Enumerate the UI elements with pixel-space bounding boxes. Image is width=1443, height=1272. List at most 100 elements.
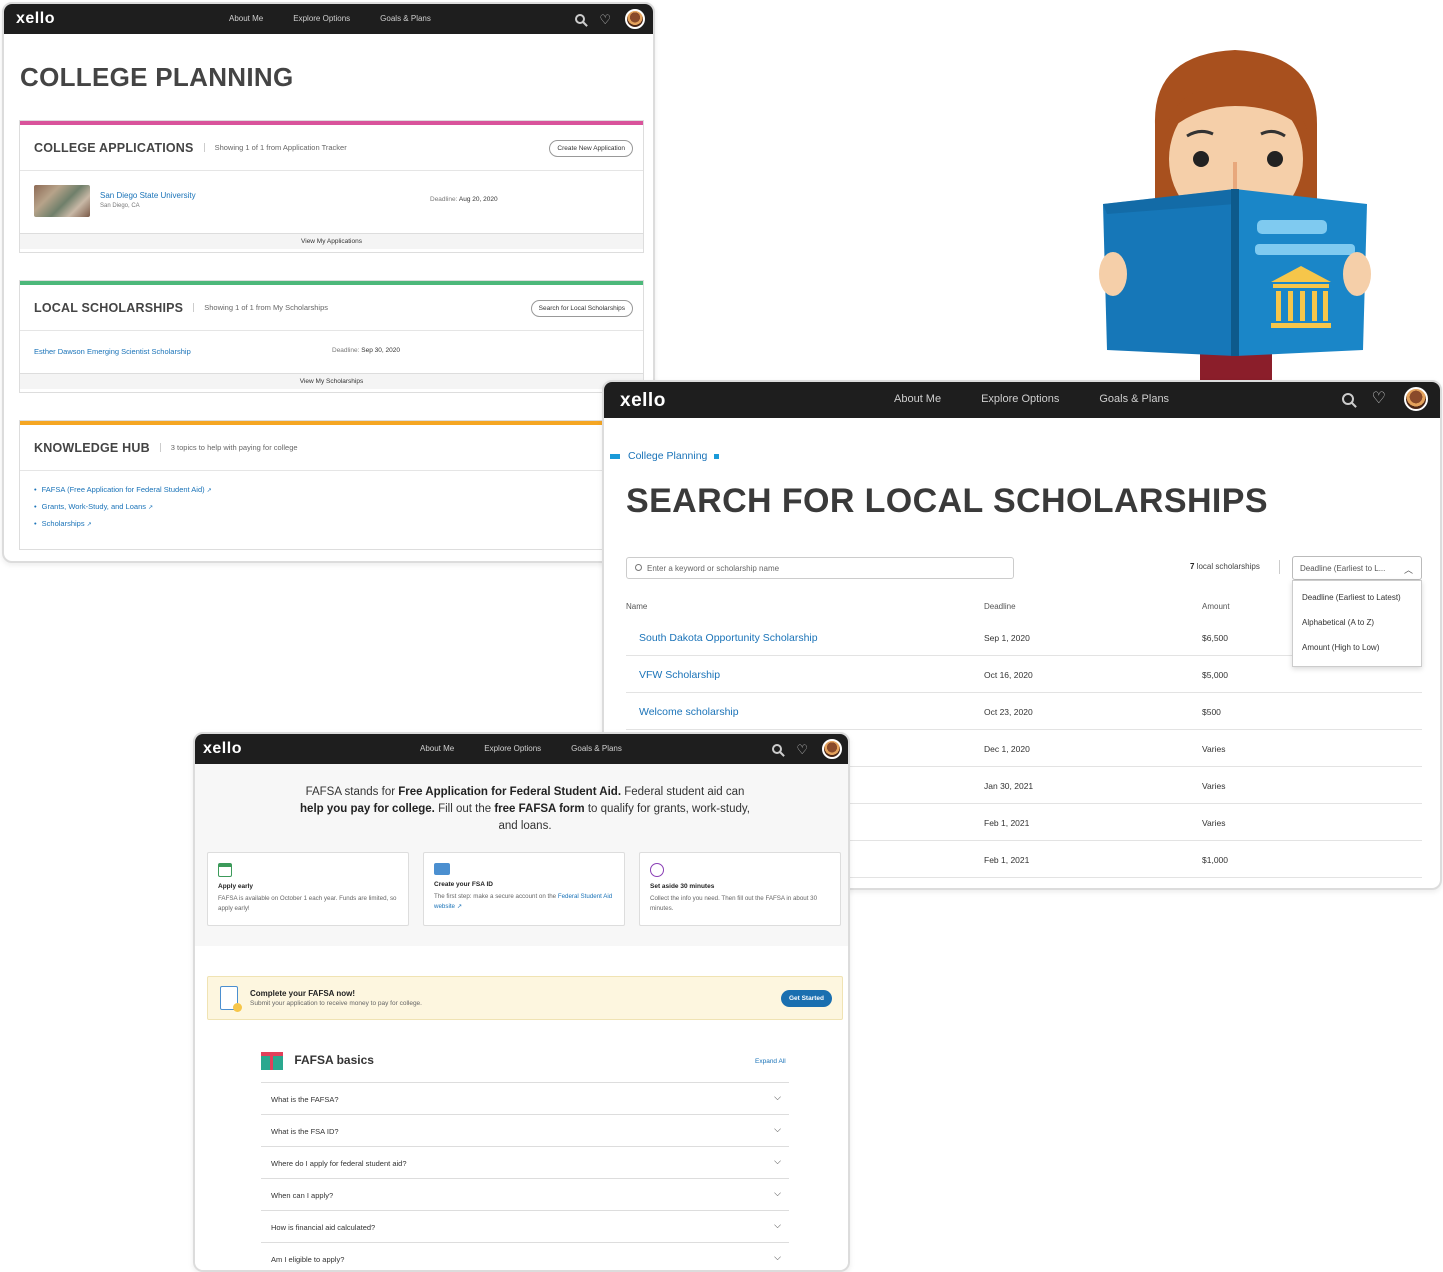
view-my-applications-link[interactable]: View My Applications xyxy=(20,233,643,249)
nav-explore-options[interactable]: Explore Options xyxy=(981,393,1059,405)
nav-about-me[interactable]: About Me xyxy=(420,744,454,753)
sort-dropdown[interactable]: Deadline (Earliest to L... ︿ xyxy=(1292,556,1422,580)
faq-question: When can I apply? xyxy=(271,1191,334,1200)
faq-question: What is the FAFSA? xyxy=(271,1095,339,1104)
deadline-value: Aug 20, 2020 xyxy=(458,196,498,203)
faq-item[interactable]: What is the FAFSA? ⌵ xyxy=(261,1082,789,1114)
column-header-amount[interactable]: Amount xyxy=(1202,602,1230,611)
complete-fafsa-banner: Complete your FAFSA now! Submit your app… xyxy=(207,976,843,1020)
nav-goals-plans[interactable]: Goals & Plans xyxy=(380,14,431,23)
amount-cell: Varies xyxy=(1202,781,1226,791)
sort-selected: Deadline (Earliest to L... xyxy=(1300,564,1386,573)
deadline-cell: Oct 16, 2020 xyxy=(984,670,1033,680)
university-link[interactable]: San Diego State University xyxy=(100,191,196,200)
knowledge-link[interactable]: Grants, Work-Study, and Loans ↗ xyxy=(34,502,643,511)
card-title: LOCAL SCHOLARSHIPS xyxy=(34,300,184,315)
column-header-deadline[interactable]: Deadline xyxy=(984,602,1016,611)
faq-item[interactable]: Where do I apply for federal student aid… xyxy=(261,1146,789,1178)
info-card-text-part: The first step: make a secure account on… xyxy=(434,893,558,900)
avatar[interactable] xyxy=(822,739,842,759)
deadline-info: Deadline: Sep 30, 2020 xyxy=(332,347,400,354)
checklist-icon xyxy=(220,986,242,1012)
deadline-value: Sep 30, 2020 xyxy=(361,347,400,354)
deadline-cell: Oct 23, 2020 xyxy=(984,707,1033,717)
card-title: COLLEGE APPLICATIONS xyxy=(34,140,194,155)
info-card-fsa-id: Create your FSA ID The first step: make … xyxy=(423,852,625,926)
expand-all-button[interactable]: Expand All xyxy=(755,1058,786,1065)
view-my-scholarships-link[interactable]: View My Scholarships xyxy=(20,373,643,389)
intro-text: FAFSA stands for xyxy=(305,786,399,798)
nav-about-me[interactable]: About Me xyxy=(894,393,941,405)
table-row[interactable]: Welcome scholarship Oct 23, 2020 $500 xyxy=(626,693,1422,730)
xello-logo[interactable]: xello xyxy=(203,740,242,758)
nav-goals-plans[interactable]: Goals & Plans xyxy=(1099,393,1169,405)
sort-options-menu: Deadline (Earliest to Latest) Alphabetic… xyxy=(1292,580,1422,667)
main-nav: About Me Explore Options Goals & Plans xyxy=(420,744,652,753)
deadline-label: Deadline: xyxy=(430,196,458,203)
avatar[interactable] xyxy=(1404,387,1428,411)
calendar-icon xyxy=(218,863,232,877)
top-navbar: xello About Me Explore Options Goals & P… xyxy=(195,734,848,764)
xello-logo[interactable]: xello xyxy=(620,390,666,412)
breadcrumb[interactable]: College Planning xyxy=(610,450,720,462)
avatar[interactable] xyxy=(625,9,645,29)
count-number: 7 xyxy=(1190,562,1195,571)
search-icon[interactable] xyxy=(575,14,586,24)
chevron-down-icon: ⌵ xyxy=(774,1124,781,1134)
info-card-text: The first step: make a secure account on… xyxy=(434,892,614,911)
external-link-icon: ↗ xyxy=(148,505,154,511)
breadcrumb-marker xyxy=(714,453,720,459)
fafsa-basics-heading: FAFSA basics xyxy=(261,1052,374,1070)
scholarship-name[interactable]: South Dakota Opportunity Scholarship xyxy=(639,632,818,644)
search-input[interactable]: Enter a keyword or scholarship name xyxy=(626,557,1014,579)
nav-explore-options[interactable]: Explore Options xyxy=(484,744,541,753)
university-location: San Diego, CA xyxy=(100,203,140,209)
search-local-scholarships-button[interactable]: Search for Local Scholarships xyxy=(530,300,633,317)
sort-option[interactable]: Deadline (Earliest to Latest) xyxy=(1293,585,1421,610)
amount-cell: Varies xyxy=(1202,744,1226,754)
deadline-cell: Dec 1, 2020 xyxy=(984,744,1030,754)
knowledge-link[interactable]: FAFSA (Free Application for Federal Stud… xyxy=(34,485,643,494)
top-navbar: xello About Me Explore Options Goals & P… xyxy=(604,382,1440,418)
heart-icon[interactable]: ♡ xyxy=(1372,391,1386,407)
intro-bold: free FAFSA form xyxy=(494,803,585,815)
sort-option[interactable]: Alphabetical (A to Z) xyxy=(1293,610,1421,635)
clock-icon xyxy=(650,863,664,877)
heart-icon[interactable]: ♡ xyxy=(796,743,808,756)
xello-logo[interactable]: xello xyxy=(16,10,55,28)
link-label: FAFSA (Free Application for Federal Stud… xyxy=(41,485,205,494)
faq-item[interactable]: How is financial aid calculated? ⌵ xyxy=(261,1210,789,1242)
gift-icon xyxy=(261,1052,283,1070)
toolbar-icons: ♡ xyxy=(575,9,645,29)
knowledge-link[interactable]: Scholarships ↗ xyxy=(34,519,643,528)
scholarship-link[interactable]: Esther Dawson Emerging Scientist Scholar… xyxy=(34,347,191,356)
toolbar-icons: ♡ xyxy=(772,739,842,759)
get-started-button[interactable]: Get Started xyxy=(780,990,832,1007)
chevron-down-icon: ⌵ xyxy=(774,1092,781,1102)
knowledge-hub-links: FAFSA (Free Application for Federal Stud… xyxy=(20,471,643,528)
card-header: KNOWLEDGE HUB 3 topics to help with payi… xyxy=(20,425,643,471)
nav-about-me[interactable]: About Me xyxy=(229,14,263,23)
sort-option[interactable]: Amount (High to Low) xyxy=(1293,635,1421,660)
create-new-application-button[interactable]: Create New Application xyxy=(549,140,633,157)
amount-cell: $1,000 xyxy=(1202,855,1228,865)
card-title: KNOWLEDGE HUB xyxy=(34,440,150,455)
toolbar-icons: ♡ xyxy=(1341,387,1428,411)
scholarship-name[interactable]: VFW Scholarship xyxy=(639,669,720,681)
heart-icon[interactable]: ♡ xyxy=(599,13,611,26)
nav-goals-plans[interactable]: Goals & Plans xyxy=(571,744,622,753)
link-label: Grants, Work-Study, and Loans xyxy=(41,502,146,511)
faq-question: How is financial aid calculated? xyxy=(271,1223,376,1232)
info-card-title: Create your FSA ID xyxy=(434,881,493,888)
faq-item[interactable]: When can I apply? ⌵ xyxy=(261,1178,789,1210)
faq-item[interactable]: What is the FSA ID? ⌵ xyxy=(261,1114,789,1146)
column-header-name[interactable]: Name xyxy=(626,602,647,611)
scholarship-name[interactable]: Welcome scholarship xyxy=(639,706,739,718)
search-icon[interactable] xyxy=(1341,393,1354,405)
breadcrumb-link[interactable]: College Planning xyxy=(628,450,707,462)
nav-explore-options[interactable]: Explore Options xyxy=(293,14,350,23)
application-item: San Diego State University San Diego, CA… xyxy=(20,171,643,233)
search-icon[interactable] xyxy=(772,744,783,754)
faq-question: Am I eligible to apply? xyxy=(271,1255,345,1264)
amount-cell: $500 xyxy=(1202,707,1221,717)
